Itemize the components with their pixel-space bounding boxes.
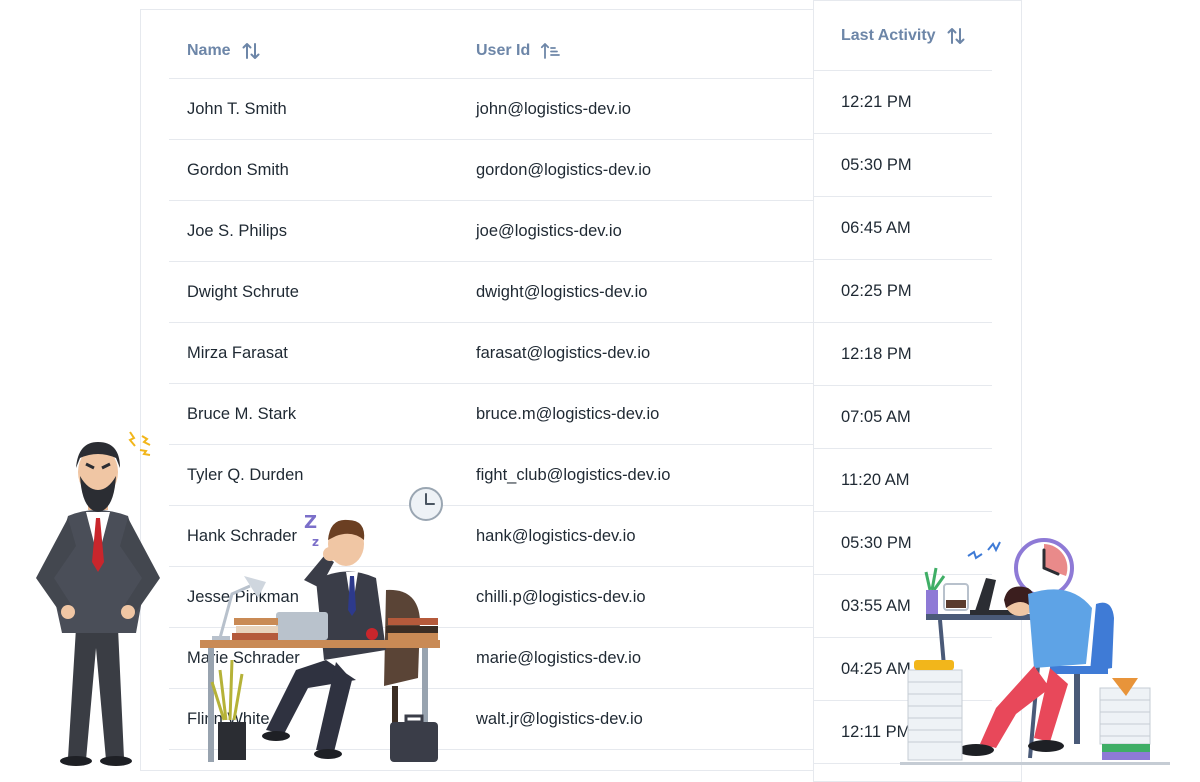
table-row[interactable]: Mirza Farasat farasat@logistics-dev.io [169, 323, 841, 384]
cell-user-id: chilli.p@logistics-dev.io [476, 588, 646, 606]
cell-user-id: bruce.m@logistics-dev.io [476, 405, 660, 423]
cell-user-id: john@logistics-dev.io [476, 100, 631, 118]
cell-user-id: dwight@logistics-dev.io [476, 283, 648, 301]
activity-row[interactable]: 05:30 PM [814, 134, 992, 197]
paper-stack-icon [907, 660, 963, 761]
briefcase-icon [390, 714, 438, 762]
angry-boss-illustration [36, 431, 160, 766]
cell-name: Gordon Smith [187, 161, 289, 179]
cell-user-id: farasat@logistics-dev.io [476, 344, 651, 362]
cell-name: John T. Smith [187, 100, 287, 118]
column-header-last-activity-label: Last Activity [841, 26, 936, 44]
potted-plant-icon [210, 659, 246, 760]
activity-row[interactable]: 02:25 PM [814, 260, 992, 323]
cell-user-id: gordon@logistics-dev.io [476, 161, 652, 179]
sort-ascending-lines-icon[interactable] [540, 41, 562, 61]
potted-plant-icon [924, 567, 946, 614]
cell-user-id: joe@logistics-dev.io [476, 222, 622, 240]
cell-user-id: marie@logistics-dev.io [476, 649, 641, 667]
column-header-name[interactable]: Name [187, 24, 261, 78]
cell-last-activity: 12:21 PM [841, 93, 912, 111]
cell-name: Bruce M. Stark [187, 405, 297, 423]
sleepy-worker-illustration: Z z [200, 512, 440, 762]
cell-last-activity: 07:05 AM [841, 408, 911, 426]
table-row[interactable]: Tyler Q. Durden fight_club@logistics-dev.… [169, 445, 841, 506]
tired-worker-illustration [900, 538, 1170, 765]
table-row[interactable]: John T. Smith john@logistics-dev.io [169, 79, 841, 140]
activity-row[interactable]: 06:45 AM [814, 197, 992, 260]
cell-last-activity: 02:25 PM [841, 282, 912, 300]
anger-spark-icon [128, 431, 151, 456]
svg-text:z: z [312, 535, 319, 549]
sort-arrows-icon[interactable] [946, 26, 966, 46]
cell-user-id: walt.jr@logistics-dev.io [476, 710, 643, 728]
sleep-z-icon: Z z [304, 512, 319, 549]
sort-arrows-icon[interactable] [241, 41, 261, 61]
table-row[interactable]: Gordon Smith gordon@logistics-dev.io [169, 140, 841, 201]
cell-name: Joe S. Philips [187, 222, 287, 240]
column-header-user-id[interactable]: User Id [476, 24, 562, 78]
activity-header-row: Last Activity [814, 1, 992, 71]
paper-stack-icon [1099, 678, 1151, 760]
column-header-name-label: Name [187, 42, 231, 59]
column-header-user-id-label: User Id [476, 42, 531, 59]
activity-row[interactable]: 11:20 AM [814, 449, 992, 512]
cell-last-activity: 12:18 PM [841, 345, 912, 363]
activity-row[interactable]: 12:21 PM [814, 71, 992, 134]
svg-text:Z: Z [304, 512, 317, 533]
cell-name: Tyler Q. Durden [187, 466, 304, 484]
cell-last-activity: 06:45 AM [841, 219, 911, 237]
table-row[interactable]: Joe S. Philips joe@logistics-dev.io [169, 201, 841, 262]
cell-user-id: fight_club@logistics-dev.io [476, 466, 671, 484]
stress-lines-icon [967, 541, 1001, 560]
cell-last-activity: 11:20 AM [841, 471, 910, 489]
table-row[interactable]: Bruce M. Stark bruce.m@logistics-dev.io [169, 384, 841, 445]
column-header-last-activity[interactable]: Last Activity [841, 1, 966, 70]
cell-last-activity: 05:30 PM [841, 156, 912, 174]
table-row[interactable]: Dwight Schrute dwight@logistics-dev.io [169, 262, 841, 323]
activity-row[interactable]: 12:18 PM [814, 323, 992, 386]
cell-name: Mirza Farasat [187, 344, 288, 362]
cell-user-id: hank@logistics-dev.io [476, 527, 636, 545]
cell-name: Dwight Schrute [187, 283, 299, 301]
table-header-row: Name User Id [169, 24, 841, 79]
activity-row[interactable]: 07:05 AM [814, 386, 992, 449]
